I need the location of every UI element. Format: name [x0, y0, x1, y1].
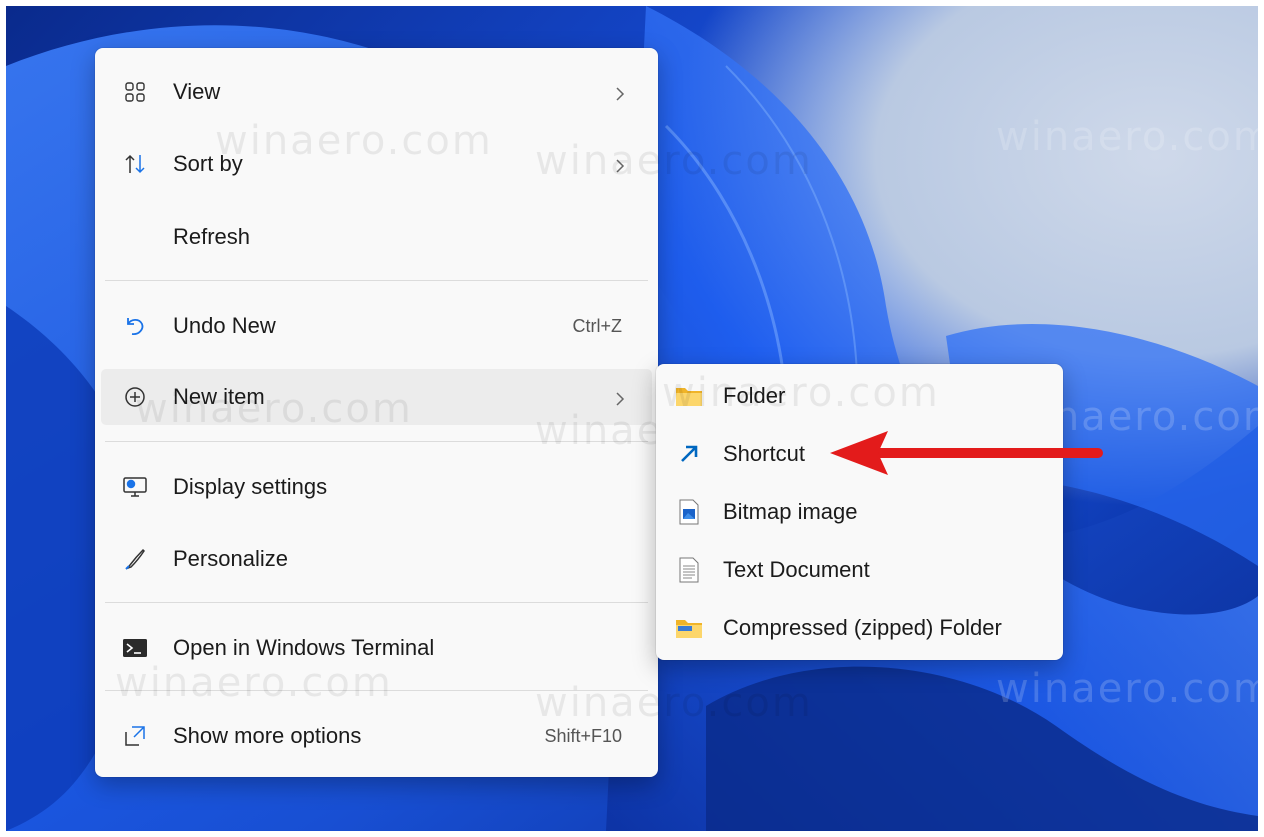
bitmap-icon [674, 498, 704, 526]
menu-item-label: Show more options [173, 723, 362, 748]
new-item-submenu: Folder Shortcut Bitmap image Text Docume… [656, 364, 1063, 660]
menu-item-label: Display settings [173, 474, 328, 499]
terminal-icon [121, 634, 149, 662]
menu-item-show-more-options[interactable]: Show more options Shift+F10 [101, 708, 652, 764]
expand-icon [121, 722, 149, 750]
menu-item-personalize[interactable]: Personalize [101, 531, 652, 587]
zip-folder-icon [674, 614, 704, 642]
menu-item-view[interactable]: View [101, 64, 652, 120]
menu-separator [105, 441, 648, 442]
menu-item-label: Open in Windows Terminal [173, 635, 435, 660]
chevron-right-icon [614, 155, 626, 173]
undo-icon [121, 312, 149, 340]
menu-item-sort-by[interactable]: Sort by [101, 136, 652, 192]
submenu-item-label: Compressed (zipped) Folder [723, 615, 1002, 640]
menu-item-open-terminal[interactable]: Open in Windows Terminal [101, 620, 652, 676]
sort-arrows-icon [121, 150, 149, 178]
menu-separator [105, 602, 648, 603]
submenu-item-text-document[interactable]: Text Document [662, 542, 1057, 598]
submenu-item-folder[interactable]: Folder [662, 368, 1057, 424]
menu-separator [105, 690, 648, 691]
desktop-context-menu: View Sort by Refresh Undo New Ctrl+Z New… [95, 48, 811, 777]
display-settings-icon [121, 473, 149, 501]
menu-item-label: Personalize [173, 546, 288, 571]
menu-item-label: Refresh [173, 224, 251, 249]
submenu-item-label: Folder [723, 383, 786, 408]
grid-view-icon [121, 78, 149, 106]
shortcut-arrow-icon [674, 440, 704, 468]
menu-item-display-settings[interactable]: Display settings [101, 459, 652, 515]
menu-item-refresh[interactable]: Refresh [101, 209, 652, 265]
submenu-item-label: Text Document [723, 557, 870, 582]
submenu-item-compressed-folder[interactable]: Compressed (zipped) Folder [662, 600, 1057, 656]
red-arrow-annotation [830, 431, 1103, 475]
chevron-right-icon [614, 388, 626, 406]
menu-item-label: Sort by [173, 151, 243, 176]
menu-item-undo-new[interactable]: Undo New Ctrl+Z [101, 298, 652, 354]
shortcut-text: Shift+F10 [544, 725, 622, 746]
submenu-item-bitmap-image[interactable]: Bitmap image [662, 484, 1057, 540]
menu-item-new-item[interactable]: New item [101, 369, 652, 425]
menu-separator [105, 280, 648, 281]
plus-circle-icon [121, 383, 149, 411]
chevron-right-icon [614, 83, 626, 101]
submenu-item-label: Shortcut [723, 441, 805, 466]
brush-icon [121, 545, 149, 573]
submenu-item-label: Bitmap image [723, 499, 858, 524]
shortcut-text: Ctrl+Z [572, 315, 623, 336]
text-document-icon [674, 556, 704, 584]
folder-icon [674, 382, 704, 410]
menu-item-label: Undo New [173, 313, 276, 338]
menu-item-label: New item [173, 384, 265, 409]
menu-item-label: View [173, 79, 221, 104]
